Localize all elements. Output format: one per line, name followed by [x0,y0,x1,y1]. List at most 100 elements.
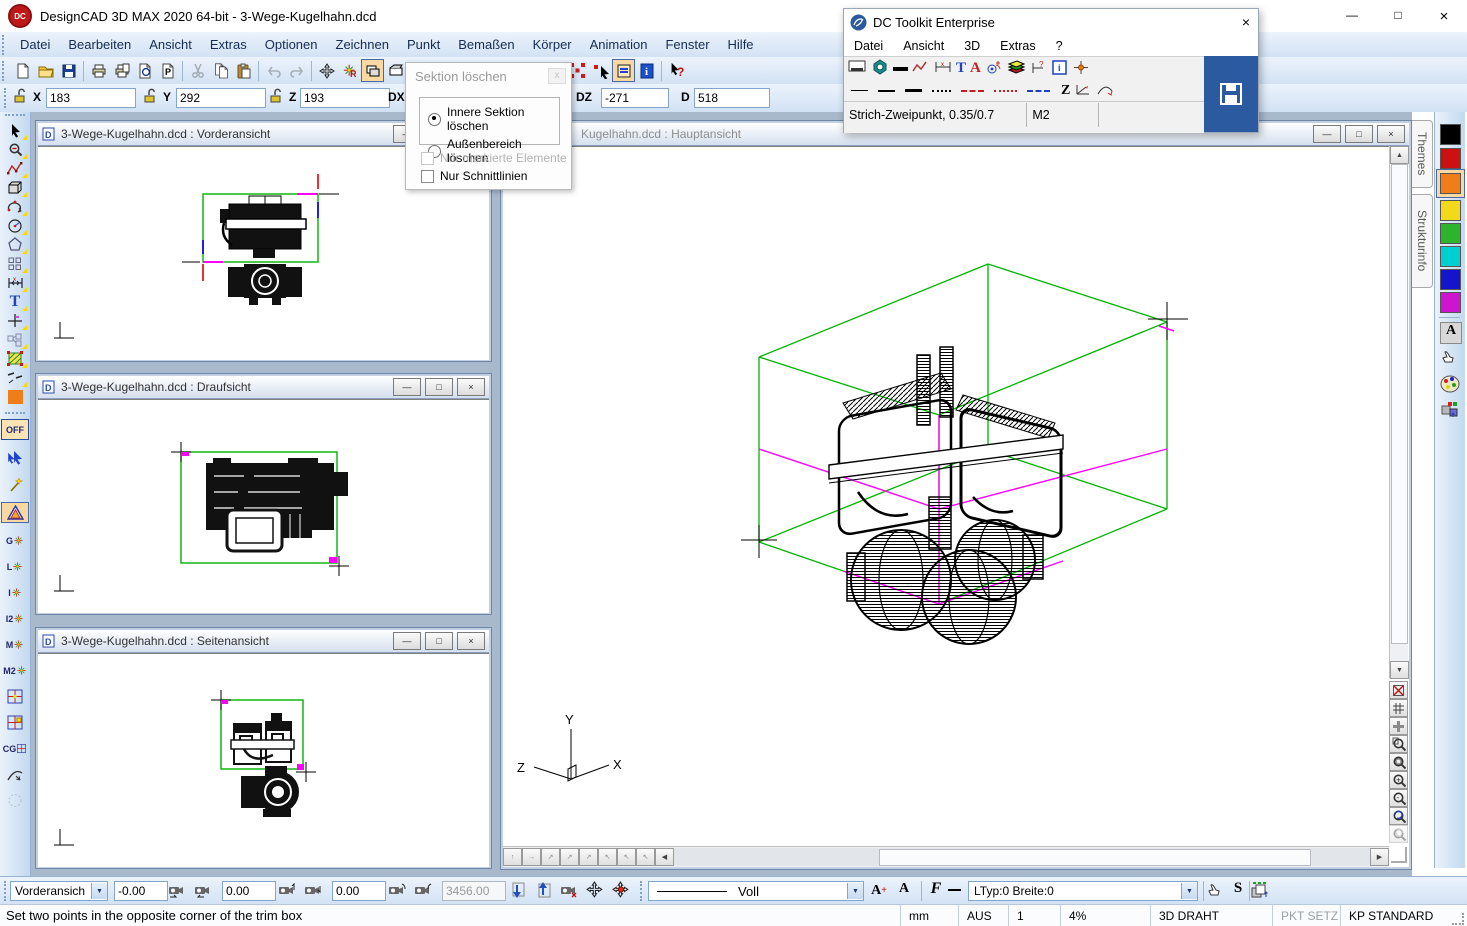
group-tool[interactable] [2,330,28,349]
set-origin-center-button[interactable] [612,881,630,901]
resize-grip[interactable] [1391,847,1407,863]
text-a-icon[interactable]: A [970,60,981,77]
zoom-out-button[interactable]: - [1389,789,1408,807]
view-rotate-7-button[interactable]: ↖ [617,848,636,866]
move-point-icon[interactable] [1072,60,1090,78]
polyline-tool[interactable] [2,159,28,178]
seitenansicht-minimize-button[interactable]: — [393,632,421,650]
main-vscrollbar[interactable]: ▲ ▼ [1389,146,1408,678]
dimension-tool[interactable]: x [2,273,28,292]
dialog-titlebar[interactable]: Sektion löschen x [406,63,571,89]
snap-cg-button[interactable]: CG [2,739,28,758]
menu-animation[interactable]: Animation [581,34,657,55]
zoom-in-button[interactable]: + [1389,771,1408,789]
snap-intersect2-button[interactable]: I2 [2,609,28,628]
y-input[interactable]: 292 [176,88,266,108]
view-rotate-1-button[interactable]: ↑ [503,848,522,866]
color-swatch-red[interactable] [1440,148,1461,169]
menu-optionen[interactable]: Optionen [256,34,327,55]
multi-select-tool[interactable] [2,448,28,467]
linetype-solid-thin[interactable] [851,90,868,91]
z-elevation-button[interactable]: Z [1061,83,1070,99]
menu-bearbeiten[interactable]: Bearbeiten [59,34,140,55]
ltype-dropdown[interactable]: LTyp:0 Breite:0 ▼ [968,881,1198,901]
roll-right-camera-button[interactable] [414,882,433,901]
status-mode[interactable]: 3D DRAHT [1150,905,1281,926]
radio-innere-sektion[interactable]: Innere Sektion löschen [428,105,559,133]
left-toolbar-grip[interactable] [5,114,25,119]
redline-button[interactable]: R [338,59,361,82]
pick-color-button[interactable] [1440,348,1460,368]
scroll-up-button[interactable]: ▲ [1390,146,1409,164]
point-tool[interactable] [2,311,28,330]
linestyle-dropdown[interactable]: Voll ▼ [648,881,864,901]
linetype-dashdot-red[interactable] [961,90,984,92]
toolkit-menu-datei[interactable]: Datei [844,39,893,53]
tab-strukturinfo[interactable]: Strukturinfo [1412,194,1433,288]
zoom-tool[interactable] [2,140,28,159]
view-rotate-8-button[interactable]: ↖ [636,848,655,866]
tilt-up-camera-button[interactable] [278,882,297,901]
layer-up-button[interactable] [1250,881,1272,900]
toolkit-save-panel[interactable] [1204,56,1258,132]
dz-input[interactable]: -271 [601,88,669,108]
screen-icon[interactable] [848,59,867,78]
y-lock-icon[interactable] [142,88,160,105]
view-rotate-3-button[interactable]: ↗ [541,848,560,866]
context-help-button[interactable]: ? [665,59,688,82]
z-lock-icon[interactable] [268,88,286,105]
snap-midpoint2-button[interactable]: M2 [2,661,28,680]
array-tool[interactable] [2,254,28,273]
snap-midpoint-button[interactable]: M [2,635,28,654]
arc-tool-icon[interactable] [1096,82,1114,100]
zoom-next-button[interactable] [1389,825,1408,843]
seitenansicht-close-button[interactable]: × [457,632,485,650]
hauptansicht-close-button[interactable]: × [1377,125,1405,143]
prism-tool[interactable] [1,502,29,523]
toolkit-close-button[interactable]: × [1242,14,1250,30]
print-preview-button[interactable] [133,59,156,82]
snap-circle-button[interactable] [2,791,28,810]
info-box-button[interactable]: i [635,59,658,82]
app-minimize-button[interactable]: — [1329,8,1375,25]
seitenansicht-canvas[interactable] [38,653,489,867]
move-tool-button[interactable] [315,59,338,82]
tilt-down-camera-button[interactable] [304,882,323,901]
d-input[interactable]: 518 [694,88,770,108]
linetype-solid-thick[interactable] [905,89,922,92]
layers-stack-icon[interactable] [1007,60,1026,78]
tab-themes[interactable]: Themes [1412,120,1433,188]
color-swatch-black[interactable] [1440,124,1461,145]
sektion-loeschen-dialog[interactable]: Sektion löschen x Innere Sektion löschen… [405,62,572,190]
app-maximize-button[interactable]: □ [1375,8,1421,25]
circle-tool[interactable] [2,216,28,235]
x-lock-icon[interactable] [12,88,30,105]
roll-left-camera-button[interactable] [388,882,407,901]
hscroll-thumb[interactable] [879,849,1311,866]
snap-off-button[interactable]: OFF [1,419,29,440]
view-rotate-4-button[interactable]: ↗ [560,848,579,866]
color-swatch-green[interactable] [1440,223,1461,244]
snap-frame2-button[interactable] [2,713,28,732]
font-button[interactable]: A [894,881,914,900]
current-color-swatch[interactable] [2,387,28,406]
color-swatch-blue[interactable] [1440,269,1461,290]
line-width-icon[interactable] [948,889,961,891]
section-tool-button[interactable] [384,59,407,82]
new-file-button[interactable] [11,59,34,82]
hauptansicht-canvas[interactable]: Y X Z [503,146,1389,846]
linetype-dotted[interactable] [932,90,951,92]
window-seitenansicht[interactable]: D 3-Wege-Kugelhahn.dcd : Seitenansicht —… [35,627,492,869]
draufsicht-minimize-button[interactable]: — [393,378,421,396]
color-swatch-orange-selected[interactable] [1436,169,1465,198]
dimension-query-icon[interactable]: ? [1030,60,1048,78]
push-view-button[interactable] [508,881,526,902]
thick-line-icon[interactable] [893,67,908,71]
snap-line-button[interactable]: L [2,557,28,576]
zoom-window-button[interactable] [1389,753,1408,771]
check-schnittlinien[interactable]: Nur Schnittlinien [421,169,527,183]
rotate-x-input[interactable]: -0.00 [114,881,168,901]
snap-frame-button[interactable] [2,687,28,706]
hscroll-right-button[interactable]: ▶ [1370,848,1389,866]
angle-snap-icon[interactable] [1074,82,1092,100]
